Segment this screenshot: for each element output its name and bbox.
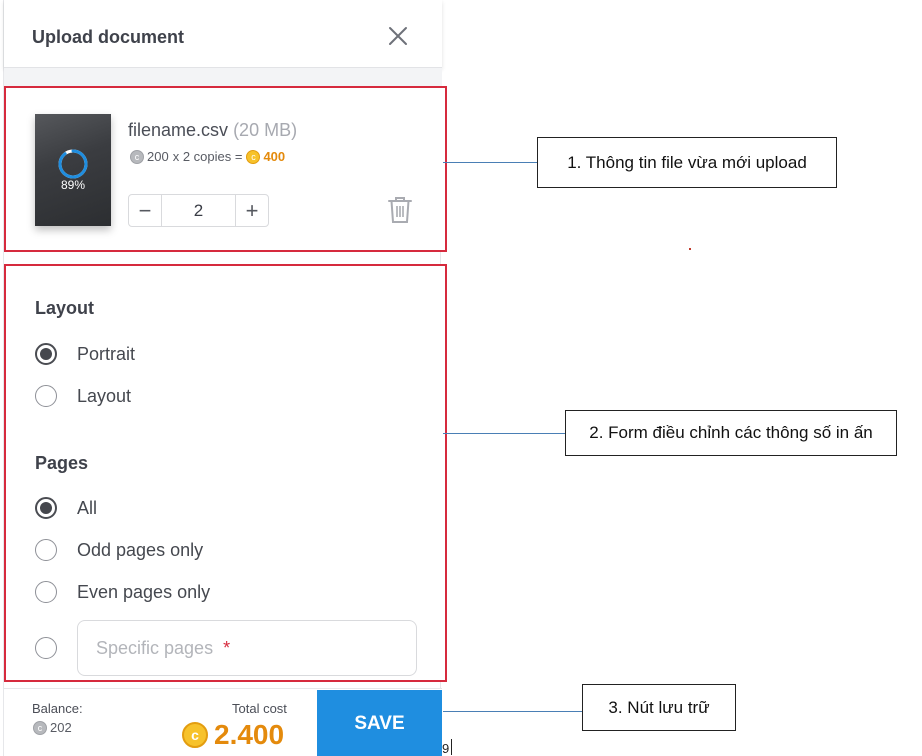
- file-name: filename.csv (20 MB): [128, 120, 297, 141]
- radio-label: Portrait: [77, 343, 136, 364]
- radio-button[interactable]: [35, 343, 57, 365]
- radio-button[interactable]: [35, 497, 57, 519]
- unit-price: 200: [147, 149, 169, 164]
- header-spacer: [4, 68, 442, 86]
- radio-label: Even pages only: [77, 581, 211, 602]
- annotation-box-2: 2. Form điều chỉnh các thông số in ấn: [565, 410, 897, 456]
- radio-all-pages[interactable]: All: [35, 497, 97, 519]
- annotation-line-3: [443, 711, 582, 712]
- upload-document-panel: Upload document 89% filename.csv (20 MB)…: [3, 0, 447, 756]
- dialog-header: Upload document: [4, 0, 442, 68]
- dialog-footer: Balance: c 202 Total cost c 2.400 SAVE: [4, 688, 442, 756]
- total-cost-label: Total cost: [232, 701, 287, 716]
- radio-label: All: [77, 497, 98, 518]
- total-cost-value: c 2.400: [182, 719, 284, 751]
- text-caret: [451, 739, 452, 755]
- radio-even-pages[interactable]: Even pages only: [35, 581, 210, 603]
- file-thumbnail: 89%: [35, 114, 111, 226]
- delete-file-button[interactable]: [387, 196, 413, 224]
- balance-value: c 202: [33, 720, 72, 735]
- file-name-text: filename.csv: [128, 120, 229, 140]
- radio-specific-pages[interactable]: [35, 637, 57, 659]
- total-cost-amount: 2.400: [214, 719, 285, 750]
- radio-odd-pages[interactable]: Odd pages only: [35, 539, 203, 561]
- trash-icon: [388, 197, 412, 223]
- stray-text: 9: [442, 741, 450, 756]
- file-info-section: 89% filename.csv (20 MB) c 200 x 2 copie…: [4, 86, 447, 252]
- annotation-line-2: [443, 433, 565, 434]
- upload-progress-label: 89%: [60, 178, 86, 192]
- annotation-line-1: [443, 162, 537, 163]
- radio-label: Layout: [77, 385, 132, 406]
- layout-section-title: Layout: [35, 298, 95, 318]
- radio-layout[interactable]: Layout: [35, 385, 131, 407]
- radio-button[interactable]: [35, 539, 57, 561]
- price-breakdown: c 200 x 2 copies = c 400: [130, 149, 285, 164]
- coin-icon: c: [182, 722, 208, 748]
- radio-portrait[interactable]: Portrait: [35, 343, 135, 365]
- balance-label: Balance:: [32, 701, 83, 716]
- print-settings-form: Layout Portrait Layout Pages All Odd pag…: [4, 264, 447, 682]
- stray-dot: [689, 248, 691, 250]
- save-button[interactable]: SAVE: [317, 690, 442, 756]
- radio-button[interactable]: [35, 581, 57, 603]
- file-total-price: 400: [263, 149, 286, 164]
- balance-amount: 202: [50, 720, 72, 735]
- pages-section-title: Pages: [35, 453, 89, 473]
- radio-button[interactable]: [35, 385, 57, 407]
- specific-pages-input[interactable]: [77, 620, 417, 676]
- file-size: (20 MB): [233, 120, 298, 140]
- radio-button[interactable]: [35, 637, 57, 659]
- annotation-box-3: 3. Nút lưu trữ: [582, 684, 736, 731]
- close-icon: [389, 27, 407, 45]
- increase-copies-button[interactable]: +: [235, 195, 268, 226]
- decrease-copies-button[interactable]: −: [129, 195, 162, 226]
- copies-text: x 2 copies =: [172, 149, 243, 164]
- copies-stepper: − 2 +: [128, 194, 269, 227]
- coin-icon: c: [33, 720, 47, 735]
- close-button[interactable]: [388, 26, 408, 46]
- coin-icon: c: [130, 149, 144, 164]
- dialog-title: Upload document: [32, 27, 184, 47]
- copies-value[interactable]: 2: [162, 195, 235, 226]
- radio-label: Odd pages only: [77, 539, 204, 560]
- coin-icon: c: [246, 149, 261, 164]
- annotation-box-1: 1. Thông tin file vừa mới upload: [537, 137, 837, 188]
- progress-ring-icon: [58, 149, 88, 179]
